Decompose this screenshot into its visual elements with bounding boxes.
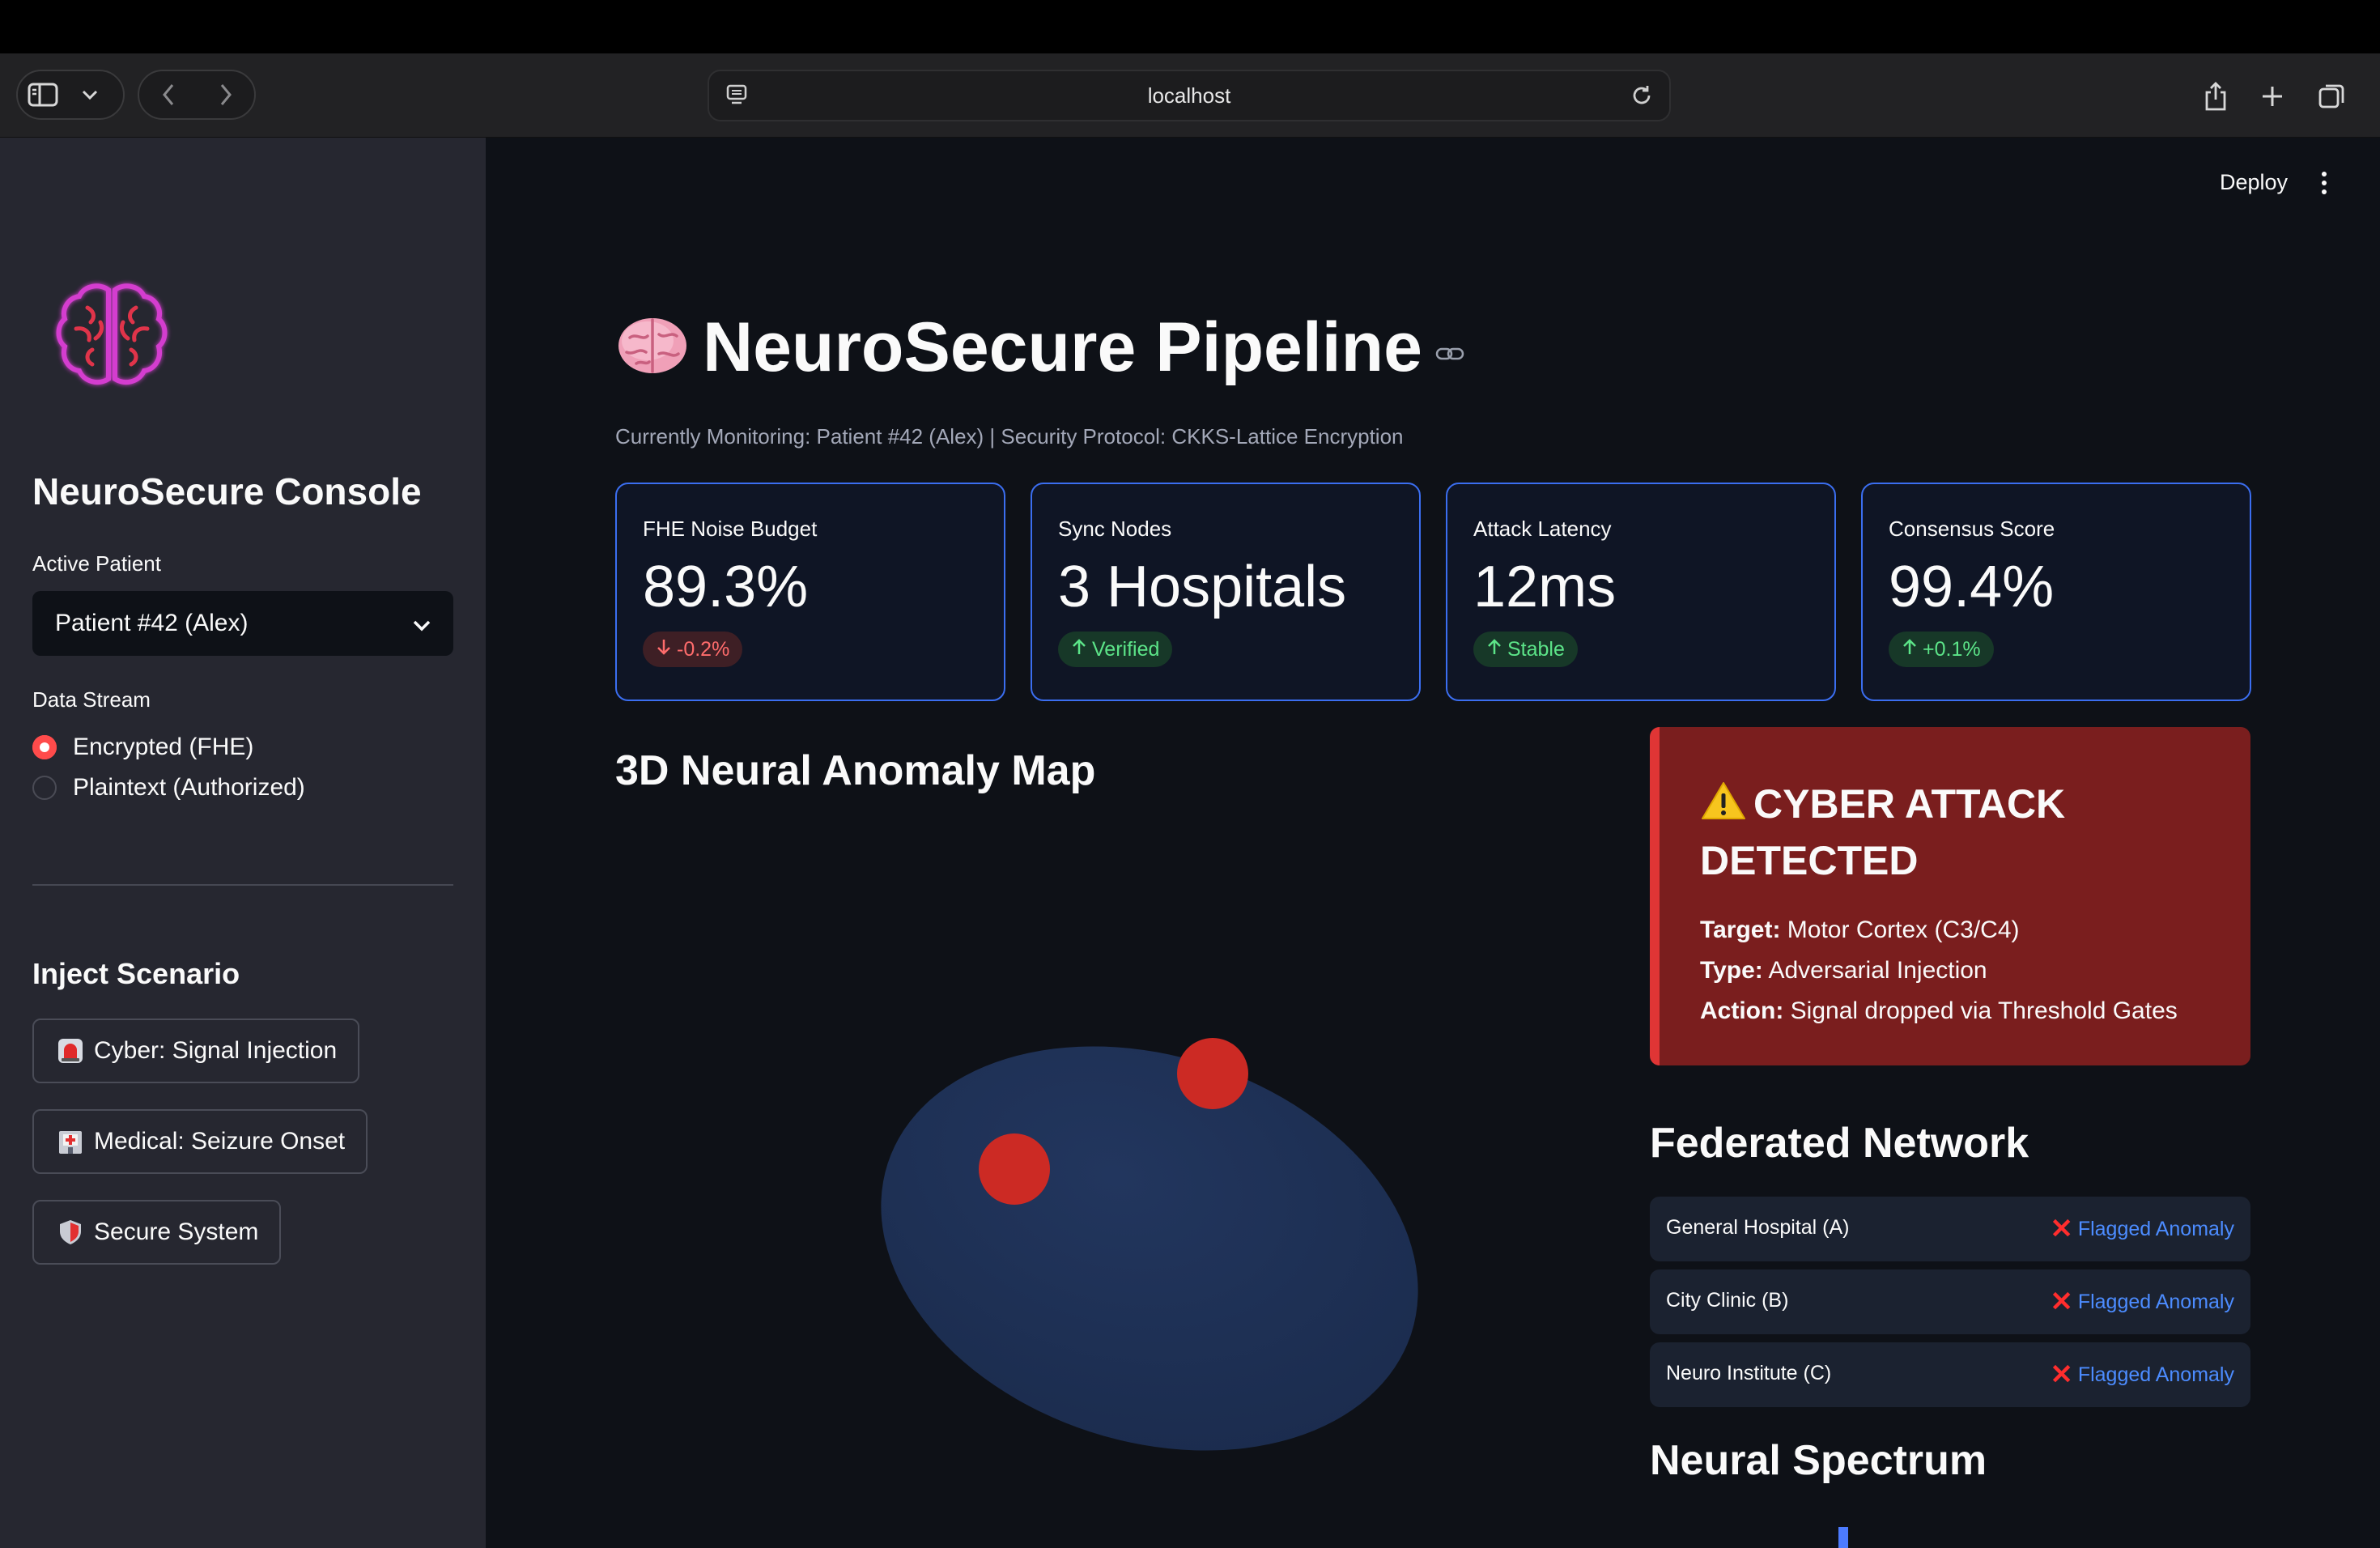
cross-mark-icon: ✕ bbox=[2050, 1286, 2073, 1317]
metric-delta: Verified bbox=[1058, 632, 1173, 667]
cross-mark-icon: ✕ bbox=[2050, 1214, 2073, 1244]
arrow-down-icon bbox=[656, 638, 672, 661]
metric-label: Sync Nodes bbox=[1058, 517, 1172, 541]
sidebar-toggle-icon[interactable] bbox=[18, 71, 68, 118]
anchor-link-icon[interactable] bbox=[1435, 346, 1464, 366]
cyber-signal-injection-label: Cyber: Signal Injection bbox=[94, 1037, 338, 1064]
arrow-up-icon bbox=[1486, 638, 1502, 661]
node-name: General Hospital (A) bbox=[1666, 1216, 1850, 1239]
secure-system-label: Secure System bbox=[94, 1218, 259, 1245]
new-tab-icon[interactable] bbox=[2252, 76, 2293, 117]
anomaly-map-title: 3D Neural Anomaly Map bbox=[615, 747, 1096, 794]
sidebar-divider bbox=[32, 884, 453, 886]
active-patient-label: Active Patient bbox=[32, 551, 161, 576]
brain-surface bbox=[881, 1046, 1418, 1451]
radio-plaintext[interactable]: Plaintext (Authorized) bbox=[32, 774, 305, 802]
more-menu-icon[interactable] bbox=[2320, 172, 2328, 199]
site-settings-icon[interactable] bbox=[725, 83, 748, 112]
chevron-down-icon[interactable] bbox=[68, 71, 112, 118]
metric-delta: -0.2% bbox=[643, 632, 743, 667]
browser-toolbar: localhost bbox=[0, 53, 2380, 138]
metric-delta: +0.1% bbox=[1889, 632, 1994, 667]
radio-unselected-icon[interactable] bbox=[32, 776, 57, 800]
radio-selected-icon[interactable] bbox=[32, 735, 57, 759]
medical-seizure-onset-button[interactable]: Medical: Seizure Onset bbox=[32, 1109, 368, 1174]
anomaly-point bbox=[1177, 1038, 1248, 1109]
alert-target: Target: Motor Cortex (C3/C4) bbox=[1700, 916, 2020, 943]
tab-overview-icon[interactable] bbox=[2312, 76, 2352, 117]
anomaly-map-3d-plot[interactable] bbox=[858, 1028, 1425, 1465]
inject-scenario-title: Inject Scenario bbox=[32, 957, 240, 990]
metric-card-fhe-noise-budget: FHE Noise Budget 89.3% -0.2% bbox=[615, 483, 1005, 701]
forward-arrow-icon[interactable] bbox=[197, 71, 254, 118]
metric-card-sync-nodes: Sync Nodes 3 Hospitals Verified bbox=[1031, 483, 1421, 701]
metric-card-attack-latency: Attack Latency 12ms Stable bbox=[1446, 483, 1836, 701]
spectrum-bar bbox=[1838, 1527, 1848, 1548]
data-stream-label: Data Stream bbox=[32, 687, 151, 712]
metric-card-consensus-score: Consensus Score 99.4% +0.1% bbox=[1861, 483, 2251, 701]
page-title-row: NeuroSecure Pipeline bbox=[615, 308, 1464, 388]
neural-spectrum-title: Neural Spectrum bbox=[1650, 1437, 1987, 1484]
radio-encrypted[interactable]: Encrypted (FHE) bbox=[32, 734, 253, 761]
metric-label: Consensus Score bbox=[1889, 517, 2055, 541]
shield-icon bbox=[57, 1218, 84, 1246]
metric-value: 99.4% bbox=[1889, 555, 2055, 619]
address-bar[interactable]: localhost bbox=[708, 70, 1671, 121]
back-arrow-icon[interactable] bbox=[139, 71, 197, 118]
node-status: ✕ Flagged Anomaly bbox=[2050, 1214, 2234, 1244]
alert-type: Type: Adversarial Injection bbox=[1700, 957, 1987, 984]
cyber-attack-alert: CYBER ATTACK DETECTED Target: Motor Cort… bbox=[1650, 727, 2250, 1065]
sidebar-toggle-group[interactable] bbox=[16, 70, 125, 120]
share-icon[interactable] bbox=[2195, 76, 2236, 117]
reload-icon[interactable] bbox=[1629, 83, 1655, 113]
alert-action: Action: Signal dropped via Threshold Gat… bbox=[1700, 997, 2178, 1024]
deploy-button[interactable]: Deploy bbox=[2220, 170, 2288, 195]
warning-icon bbox=[1700, 780, 1747, 834]
monitoring-caption: Currently Monitoring: Patient #42 (Alex)… bbox=[615, 424, 1404, 449]
secure-system-button[interactable]: Secure System bbox=[32, 1200, 282, 1265]
metric-delta: Stable bbox=[1473, 632, 1578, 667]
federated-network-title: Federated Network bbox=[1650, 1120, 2029, 1167]
radio-plaintext-label: Plaintext (Authorized) bbox=[73, 774, 305, 801]
sidebar-title: NeuroSecure Console bbox=[32, 470, 422, 512]
metric-label: Attack Latency bbox=[1473, 517, 1612, 541]
brain-logo bbox=[47, 275, 176, 405]
node-name: Neuro Institute (C) bbox=[1666, 1362, 1832, 1384]
metric-value: 12ms bbox=[1473, 555, 1617, 619]
radio-encrypted-label: Encrypted (FHE) bbox=[73, 734, 254, 760]
alert-title: CYBER ATTACK DETECTED bbox=[1700, 780, 2066, 883]
arrow-up-icon bbox=[1071, 638, 1087, 661]
medical-seizure-onset-label: Medical: Seizure Onset bbox=[94, 1128, 346, 1155]
federated-node-row: City Clinic (B) ✕ Flagged Anomaly bbox=[1650, 1269, 2250, 1334]
cyber-signal-injection-button[interactable]: Cyber: Signal Injection bbox=[32, 1019, 360, 1083]
active-patient-select[interactable]: Patient #42 (Alex) bbox=[32, 591, 453, 656]
node-status: ✕ Flagged Anomaly bbox=[2050, 1359, 2234, 1390]
page-title: NeuroSecure Pipeline bbox=[703, 308, 1422, 386]
cross-mark-icon: ✕ bbox=[2050, 1359, 2073, 1390]
federated-node-row: Neuro Institute (C) ✕ Flagged Anomaly bbox=[1650, 1342, 2250, 1407]
active-patient-value: Patient #42 (Alex) bbox=[55, 610, 249, 636]
node-name: City Clinic (B) bbox=[1666, 1289, 1789, 1312]
metric-value: 3 Hospitals bbox=[1058, 555, 1347, 619]
metric-label: FHE Noise Budget bbox=[643, 517, 818, 541]
anomaly-point bbox=[979, 1133, 1050, 1205]
metric-value: 89.3% bbox=[643, 555, 809, 619]
top-strip bbox=[0, 0, 2380, 53]
nav-button-group bbox=[138, 70, 256, 120]
arrow-up-icon bbox=[1902, 638, 1918, 661]
federated-node-row: General Hospital (A) ✕ Flagged Anomaly bbox=[1650, 1197, 2250, 1261]
chevron-down-icon bbox=[411, 612, 432, 640]
url-text: localhost bbox=[1147, 83, 1231, 108]
hospital-icon bbox=[57, 1128, 84, 1155]
brain-emoji-icon bbox=[615, 313, 690, 382]
node-status: ✕ Flagged Anomaly bbox=[2050, 1286, 2234, 1317]
siren-icon bbox=[57, 1037, 84, 1065]
